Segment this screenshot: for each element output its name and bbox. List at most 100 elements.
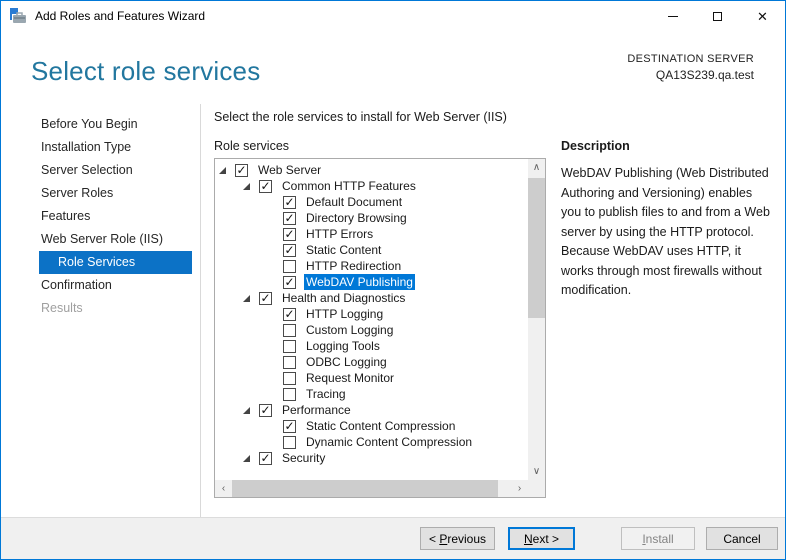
scroll-right-button[interactable]: ›: [511, 480, 528, 497]
scrollbar-corner: [528, 480, 545, 497]
tree-item-security[interactable]: ✓ Security: [215, 450, 528, 466]
sidebar-item-role-services[interactable]: Role Services: [39, 251, 192, 274]
scroll-down-button[interactable]: ∨: [528, 463, 545, 480]
scroll-up-icon: ∧: [532, 162, 541, 173]
minimize-button[interactable]: [650, 1, 695, 31]
tree-item-label: Web Server: [258, 163, 322, 177]
tree-item-label: Custom Logging: [306, 323, 394, 337]
tree-item-static-content[interactable]: ✓ Static Content: [215, 242, 528, 258]
destination-server-name: QA13S239.qa.test: [655, 68, 754, 82]
tree-item-webdav-publishing[interactable]: ✓ WebDAV Publishing: [215, 274, 528, 290]
checkbox-request-monitor[interactable]: [283, 371, 296, 385]
checkbox-health-and-diagnostics[interactable]: ✓: [259, 291, 272, 305]
description-text: WebDAV Publishing (Web Distributed Autho…: [561, 166, 770, 297]
vertical-scrollbar-thumb[interactable]: [528, 178, 545, 318]
checkbox-tracing[interactable]: [283, 387, 296, 401]
expand-collapse-icon[interactable]: [243, 406, 259, 414]
expanded-triangle-icon: [243, 454, 250, 462]
tree-item-tracing[interactable]: Tracing: [215, 386, 528, 402]
checkbox-http-errors[interactable]: ✓: [283, 227, 296, 241]
tree-item-label: Static Content Compression: [306, 419, 456, 433]
tree-item-label: Directory Browsing: [306, 211, 407, 225]
sidebar-item-installation-type[interactable]: Installation Type: [1, 136, 200, 159]
checkbox-security[interactable]: ✓: [259, 451, 272, 465]
checkbox-static-content[interactable]: ✓: [283, 243, 296, 257]
horizontal-scrollbar-thumb[interactable]: [232, 480, 498, 497]
role-services-tree: ✓ Web Server ✓ Common HTTP Features ✓ Default…: [214, 158, 546, 498]
checkbox-directory-browsing[interactable]: ✓: [283, 211, 296, 225]
checkbox-http-redirection[interactable]: [283, 259, 296, 273]
checkbox-performance[interactable]: ✓: [259, 403, 272, 417]
tree-item-logging-tools[interactable]: Logging Tools: [215, 338, 528, 354]
tree-item-health-and-diagnostics[interactable]: ✓ Health and Diagnostics: [215, 290, 528, 306]
role-services-label: Role services: [214, 139, 290, 153]
maximize-button[interactable]: [695, 1, 740, 31]
tree-item-label: WebDAV Publishing: [304, 274, 415, 290]
page-title: Select role services: [31, 56, 261, 86]
expand-collapse-icon[interactable]: [243, 454, 259, 462]
cancel-button[interactable]: Cancel: [706, 527, 778, 550]
tree-item-common-http-features[interactable]: ✓ Common HTTP Features: [215, 178, 528, 194]
next-button[interactable]: Next >: [508, 527, 575, 550]
tree-item-performance[interactable]: ✓ Performance: [215, 402, 528, 418]
title-bar: Add Roles and Features Wizard ✕: [1, 1, 785, 31]
checkbox-custom-logging[interactable]: [283, 323, 296, 337]
server-manager-icon: [10, 8, 26, 23]
checkbox-dynamic-content-compression[interactable]: [283, 435, 296, 449]
install-button: Install: [621, 527, 695, 550]
sidebar-item-results: Results: [41, 301, 83, 315]
tree-item-label: Logging Tools: [306, 339, 380, 353]
tree-item-dynamic-content-compression[interactable]: Dynamic Content Compression: [215, 434, 528, 450]
tree-item-odbc-logging[interactable]: ODBC Logging: [215, 354, 528, 370]
checkbox-odbc-logging[interactable]: [283, 355, 296, 369]
checkbox-web-server[interactable]: ✓: [235, 163, 248, 177]
minimize-icon: [667, 15, 678, 17]
expand-collapse-icon[interactable]: [243, 294, 259, 302]
tree-item-label: Health and Diagnostics: [282, 291, 406, 305]
scroll-up-button[interactable]: ∧: [528, 159, 545, 176]
sidebar-item-confirmation[interactable]: Confirmation: [1, 274, 200, 297]
install-button-label: Install: [642, 531, 674, 546]
previous-button[interactable]: < Previous: [420, 527, 495, 550]
tree-item-directory-browsing[interactable]: ✓ Directory Browsing: [215, 210, 528, 226]
tree-item-label: Performance: [282, 403, 351, 417]
tree-item-http-errors[interactable]: ✓ HTTP Errors: [215, 226, 528, 242]
checkbox-default-document[interactable]: ✓: [283, 195, 296, 209]
tree-item-static-content-compression[interactable]: ✓ Static Content Compression: [215, 418, 528, 434]
tree-item-label: Security: [282, 451, 326, 465]
expanded-triangle-icon: [219, 166, 226, 174]
vertical-scrollbar[interactable]: ∧ ∨: [528, 159, 545, 480]
tree-item-request-monitor[interactable]: Request Monitor: [215, 370, 528, 386]
instruction-text: Select the role services to install for …: [214, 110, 507, 124]
expanded-triangle-icon: [243, 182, 250, 190]
cancel-button-label: Cancel: [723, 531, 761, 546]
tree-item-default-document[interactable]: ✓ Default Document: [215, 194, 528, 210]
checkbox-http-logging[interactable]: ✓: [283, 307, 296, 321]
expand-collapse-icon[interactable]: [219, 166, 235, 174]
expand-collapse-icon[interactable]: [243, 182, 259, 190]
checkbox-static-content-compression[interactable]: ✓: [283, 419, 296, 433]
button-bar: < Previous Next > Install Cancel: [1, 517, 785, 559]
sidebar-item-features[interactable]: Features: [1, 205, 200, 228]
tree-item-label: Default Document: [306, 195, 403, 209]
tree-item-custom-logging[interactable]: Custom Logging: [215, 322, 528, 338]
close-button[interactable]: ✕: [740, 1, 785, 31]
sidebar-item-server-roles[interactable]: Server Roles: [1, 182, 200, 205]
tree-item-http-redirection[interactable]: HTTP Redirection: [215, 258, 528, 274]
sidebar-item-web-server-role-iis[interactable]: Web Server Role (IIS): [1, 228, 200, 251]
sidebar-item-server-selection[interactable]: Server Selection: [1, 159, 200, 182]
wizard-window: Add Roles and Features Wizard ✕ Select r…: [0, 0, 786, 560]
tree-item-http-logging[interactable]: ✓ HTTP Logging: [215, 306, 528, 322]
checkbox-logging-tools[interactable]: [283, 339, 296, 353]
horizontal-scrollbar[interactable]: ‹ ›: [215, 480, 528, 497]
expanded-triangle-icon: [243, 294, 250, 302]
tree-item-label: Request Monitor: [306, 371, 395, 385]
expanded-triangle-icon: [243, 406, 250, 414]
checkbox-webdav-publishing[interactable]: ✓: [283, 275, 296, 289]
sidebar-item-before-you-begin[interactable]: Before You Begin: [1, 113, 200, 136]
checkbox-common-http-features[interactable]: ✓: [259, 179, 272, 193]
destination-server-label: DESTINATION SERVER: [627, 53, 754, 65]
tree-item-web-server[interactable]: ✓ Web Server: [215, 162, 528, 178]
scroll-right-icon: ›: [517, 483, 522, 494]
scroll-left-button[interactable]: ‹: [215, 480, 232, 497]
